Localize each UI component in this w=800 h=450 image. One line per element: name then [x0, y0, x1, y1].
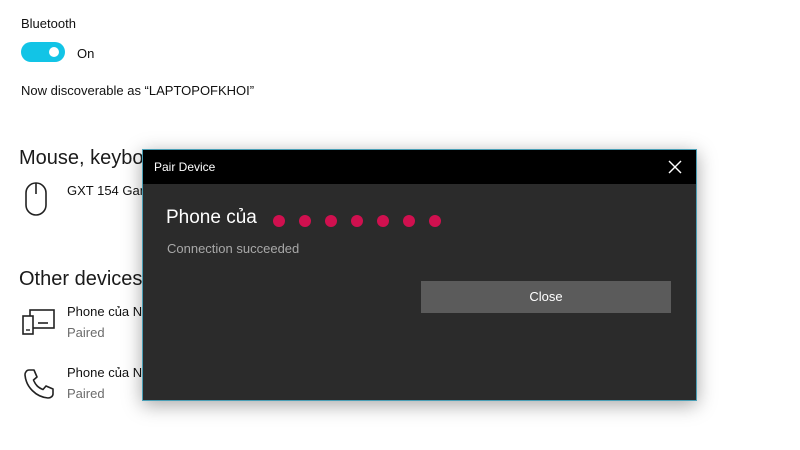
- close-button[interactable]: Close: [421, 281, 671, 313]
- other-devices-title: Other devices: [19, 268, 143, 290]
- redaction-dot: [429, 215, 441, 227]
- mouse-icon: [21, 180, 51, 223]
- phone-device-icon: [21, 306, 57, 343]
- pair-device-dialog: Pair Device Phone của Connection succeed…: [142, 149, 697, 401]
- redaction-dot: [377, 215, 389, 227]
- device-name-phone-1[interactable]: Phone của N: [67, 304, 142, 319]
- bluetooth-label: Bluetooth: [21, 16, 76, 31]
- dialog-titlebar[interactable]: Pair Device: [143, 150, 696, 184]
- redaction-dot: [403, 215, 415, 227]
- bluetooth-toggle-state: On: [77, 46, 95, 61]
- redaction-dot: [325, 215, 337, 227]
- redaction-dot: [299, 215, 311, 227]
- connection-status: Connection succeeded: [167, 241, 300, 256]
- redaction-dot: [273, 215, 285, 227]
- discoverable-text: Now discoverable as “LAPTOPOFKHOI”: [21, 83, 255, 98]
- device-status-phone-1: Paired: [67, 325, 105, 340]
- close-icon[interactable]: [664, 156, 686, 178]
- paired-phone-name: Phone của: [166, 207, 257, 228]
- bluetooth-settings-page: Bluetooth On Now discoverable as “LAPTOP…: [0, 0, 800, 450]
- redaction-dot: [351, 215, 363, 227]
- toggle-knob: [49, 47, 59, 57]
- device-name-phone-2[interactable]: Phone của N: [67, 365, 142, 380]
- device-status-phone-2: Paired: [67, 386, 105, 401]
- phone-handset-icon: [21, 366, 57, 407]
- dialog-title: Pair Device: [154, 160, 216, 174]
- bluetooth-toggle[interactable]: [21, 42, 65, 62]
- redaction-dots: [273, 215, 441, 227]
